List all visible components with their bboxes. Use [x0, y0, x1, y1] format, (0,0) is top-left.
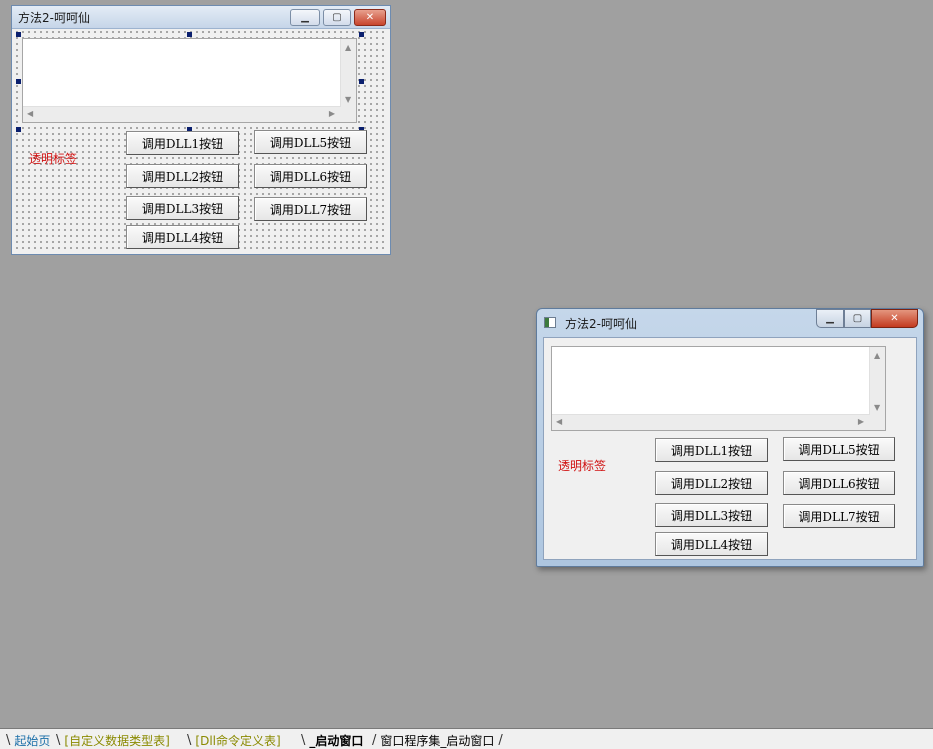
selection-handle[interactable] [359, 32, 364, 37]
tab-start-page[interactable]: \ 起始页 [2, 731, 50, 749]
designer-form-title: 方法2-呵呵仙 [18, 11, 90, 25]
tab-separator: \ [187, 732, 192, 748]
runtime-edit-scroll-corner [870, 415, 885, 430]
scroll-left-icon: ◀ [27, 109, 34, 118]
runtime-dll6-button[interactable]: 调用DLL6按钮 [783, 471, 895, 495]
tab-separator: / [372, 732, 377, 748]
runtime-dll7-button[interactable]: 调用DLL7按钮 [783, 504, 895, 528]
scroll-left-icon: ◀ [556, 417, 563, 426]
designer-close-button[interactable]: ✕ [354, 9, 386, 26]
runtime-edit-hscroll[interactable]: ◀ ▶ [552, 414, 870, 430]
designer-dll7-button[interactable]: 调用DLL7按钮 [254, 197, 367, 221]
runtime-dll5-button[interactable]: 调用DLL5按钮 [783, 437, 895, 461]
runtime-dll1-button[interactable]: 调用DLL1按钮 [655, 438, 768, 462]
designer-dll1-button[interactable]: 调用DLL1按钮 [126, 131, 239, 155]
tab-window-assembly[interactable]: / 窗口程序集_启动窗口 / [368, 731, 507, 749]
scroll-up-icon: ▲ [345, 43, 352, 52]
designer-maximize-button[interactable]: ▢ [323, 9, 351, 26]
runtime-maximize-button[interactable]: ▢ [844, 309, 871, 328]
designer-edit-box[interactable]: ▲ ▼ ◀ ▶ [22, 38, 357, 123]
selection-handle[interactable] [187, 32, 192, 37]
designer-dll4-button[interactable]: 调用DLL4按钮 [126, 225, 239, 249]
tab-separator: \ [301, 732, 306, 748]
runtime-transparent-label: 透明标签 [558, 459, 607, 473]
scroll-right-icon: ▶ [857, 417, 864, 426]
tab-label: 窗口程序集_启动窗口 [380, 733, 495, 748]
maximize-icon: ▢ [332, 12, 342, 23]
runtime-dll4-button[interactable]: 调用DLL4按钮 [655, 532, 768, 556]
tab-separator: / [498, 732, 503, 748]
designer-edit-hscroll[interactable]: ◀ ▶ [23, 106, 341, 122]
designer-dll6-button[interactable]: 调用DLL6按钮 [254, 164, 367, 188]
close-icon: ✕ [365, 12, 375, 23]
tab-separator: \ [6, 732, 11, 748]
tab-startup-window[interactable]: \ _启动窗口 [297, 731, 363, 749]
tab-separator: \ [56, 732, 61, 748]
minimize-icon: ▁ [826, 313, 834, 324]
designer-transparent-label[interactable]: 透明标签 [29, 150, 77, 167]
scroll-down-icon: ▼ [874, 403, 881, 412]
tab-custom-data-types[interactable]: \ [自定义数据类型表] [52, 731, 170, 749]
document-tab-bar: \ 起始页 \ [自定义数据类型表] \ [Dll命令定义表] \ _启动窗口 … [0, 728, 933, 749]
runtime-dll3-button[interactable]: 调用DLL3按钮 [655, 503, 768, 527]
close-icon: ✕ [890, 313, 899, 324]
designer-dll5-button[interactable]: 调用DLL5按钮 [254, 130, 367, 154]
selection-handle[interactable] [359, 79, 364, 84]
selection-handle[interactable] [16, 127, 21, 132]
tab-dll-commands[interactable]: \ [Dll命令定义表] [183, 731, 281, 749]
scroll-down-icon: ▼ [345, 95, 352, 104]
tab-label: [自定义数据类型表] [64, 733, 170, 748]
runtime-minimize-button[interactable]: ▁ [816, 309, 844, 328]
minimize-icon: ▁ [301, 12, 309, 23]
scroll-right-icon: ▶ [328, 109, 335, 118]
designer-minimize-button[interactable]: ▁ [290, 9, 320, 26]
designer-edit-scroll-corner [341, 107, 356, 122]
designer-form-titlebar[interactable]: 方法2-呵呵仙 ▁ ▢ ✕ [12, 6, 390, 29]
selection-handle[interactable] [16, 79, 21, 84]
selection-handle[interactable] [16, 32, 21, 37]
designer-dll3-button[interactable]: 调用DLL3按钮 [126, 196, 239, 220]
designer-edit-vscroll[interactable]: ▲ ▼ [340, 39, 356, 107]
runtime-form-title: 方法2-呵呵仙 [565, 317, 637, 331]
runtime-dll2-button[interactable]: 调用DLL2按钮 [655, 471, 768, 495]
tab-label: [Dll命令定义表] [195, 733, 281, 748]
tab-label: _启动窗口 [309, 733, 364, 748]
app-window-icon [544, 317, 556, 328]
runtime-close-button[interactable]: ✕ [871, 309, 918, 328]
tab-label: 起始页 [14, 733, 51, 748]
designer-dll2-button[interactable]: 调用DLL2按钮 [126, 164, 239, 188]
maximize-icon: ▢ [852, 313, 863, 324]
runtime-edit-box[interactable]: ▲ ▼ ◀ ▶ [551, 346, 886, 431]
runtime-edit-vscroll[interactable]: ▲ ▼ [869, 347, 885, 415]
scroll-up-icon: ▲ [874, 351, 881, 360]
